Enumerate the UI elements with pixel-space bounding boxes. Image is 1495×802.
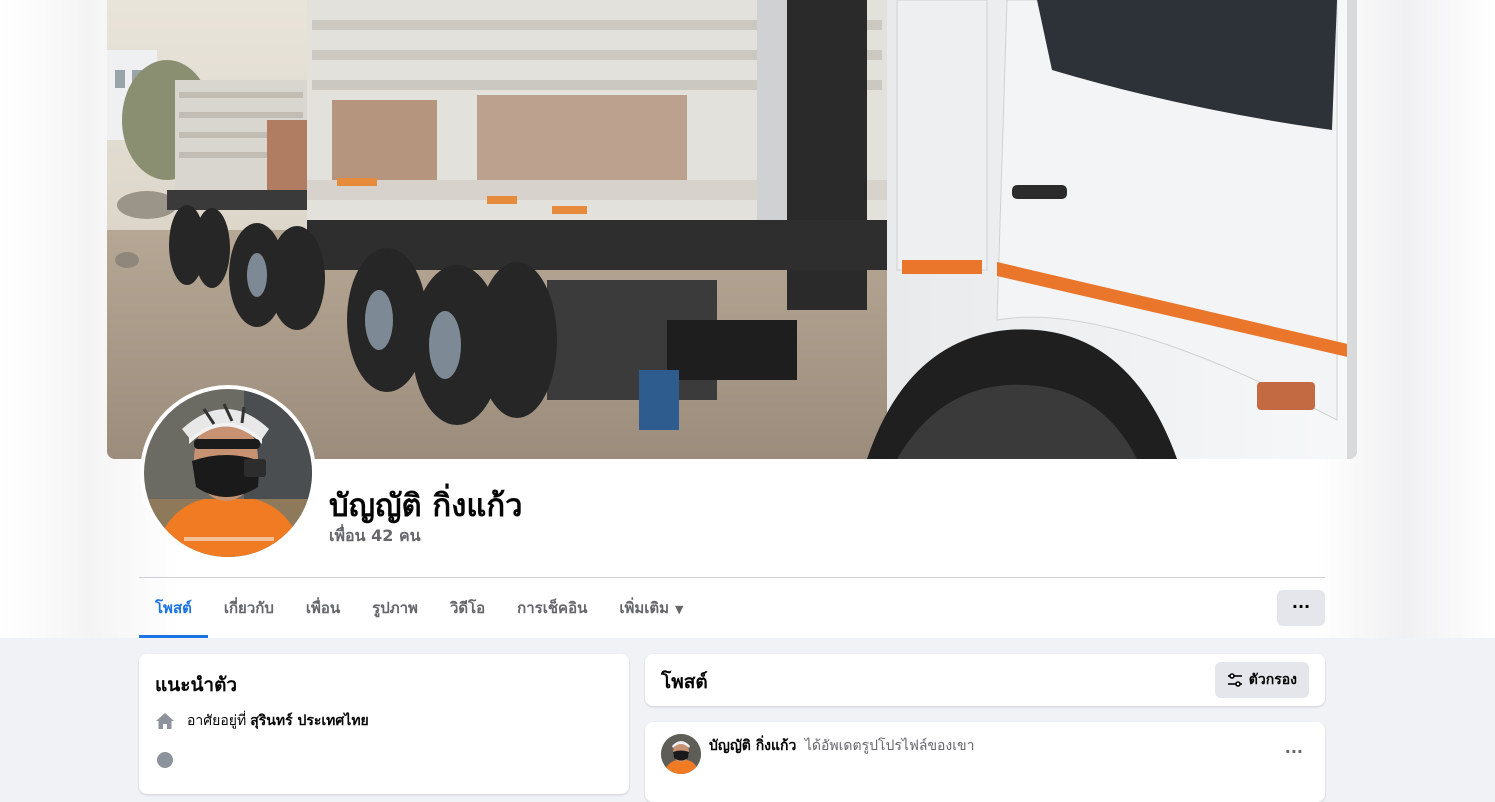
tab-label: วิดีโอ [449,599,486,617]
more-options-button[interactable]: ··· [1277,590,1325,626]
intro-card: แนะนำตัว อาศัยอยู่ที่ สุรินทร์ ประเทศไทย [139,654,629,794]
tab-label: รูปภาพ [372,599,418,617]
lives-prefix: อาศัยอยู่ที่ [187,713,247,729]
post-card: บัญญัติ กิ่งแก้ว ได้อัพเดตรูปโปรไฟล์ของเ… [645,722,1325,802]
tab-label: เกี่ยวกับ [223,599,274,617]
tab-label: เพิ่มเติม [619,599,670,617]
post-more-button[interactable]: ··· [1285,742,1303,761]
profile-name: บัญญัติ กิ่งแก้ว [329,488,523,524]
caret-down-icon: ▼ [675,603,684,616]
clock-icon [157,752,173,768]
tab-checkins[interactable]: การเช็คอิน [501,578,603,638]
filter-label: ตัวกรอง [1248,672,1297,688]
friend-count[interactable]: เพื่อน 42 คน [329,524,421,549]
more-icon: ··· [1291,597,1311,616]
post-author-avatar[interactable] [661,734,701,774]
cover-photo[interactable] [107,0,1357,459]
posts-header-card: โพสต์ ตัวกรอง [645,654,1325,706]
tab-photos[interactable]: รูปภาพ [356,578,434,638]
post-header: บัญญัติ กิ่งแก้ว ได้อัพเดตรูปโปรไฟล์ของเ… [709,735,974,757]
intro-lives-in: อาศัยอยู่ที่ สุรินทร์ ประเทศไทย [155,710,369,732]
profile-tabs: โพสต์ เกี่ยวกับ เพื่อน รูปภาพ วิดีโอ การ… [139,578,699,638]
lives-place-link[interactable]: สุรินทร์ ประเทศไทย [250,710,369,732]
filter-icon [1227,673,1242,687]
tab-posts[interactable]: โพสต์ [139,578,208,638]
tab-friends[interactable]: เพื่อน [290,578,356,638]
profile-avatar[interactable] [140,385,316,561]
tab-videos[interactable]: วิดีโอ [434,578,501,638]
tab-label: โพสต์ [155,599,192,617]
tab-label: เพื่อน [305,599,341,617]
filter-button[interactable]: ตัวกรอง [1214,662,1309,698]
post-author-link[interactable]: บัญญัติ กิ่งแก้ว [709,738,796,754]
tab-about[interactable]: เกี่ยวกับ [208,578,290,638]
posts-title: โพสต์ [661,671,708,693]
home-icon [156,713,174,729]
tab-more[interactable]: เพิ่มเติม ▼ [603,578,699,638]
tab-label: การเช็คอิน [517,599,588,617]
more-icon: ··· [1284,742,1303,761]
post-action-text: ได้อัพเดตรูปโปรไฟล์ของเขา [804,738,975,754]
intro-title: แนะนำตัว [155,674,238,696]
